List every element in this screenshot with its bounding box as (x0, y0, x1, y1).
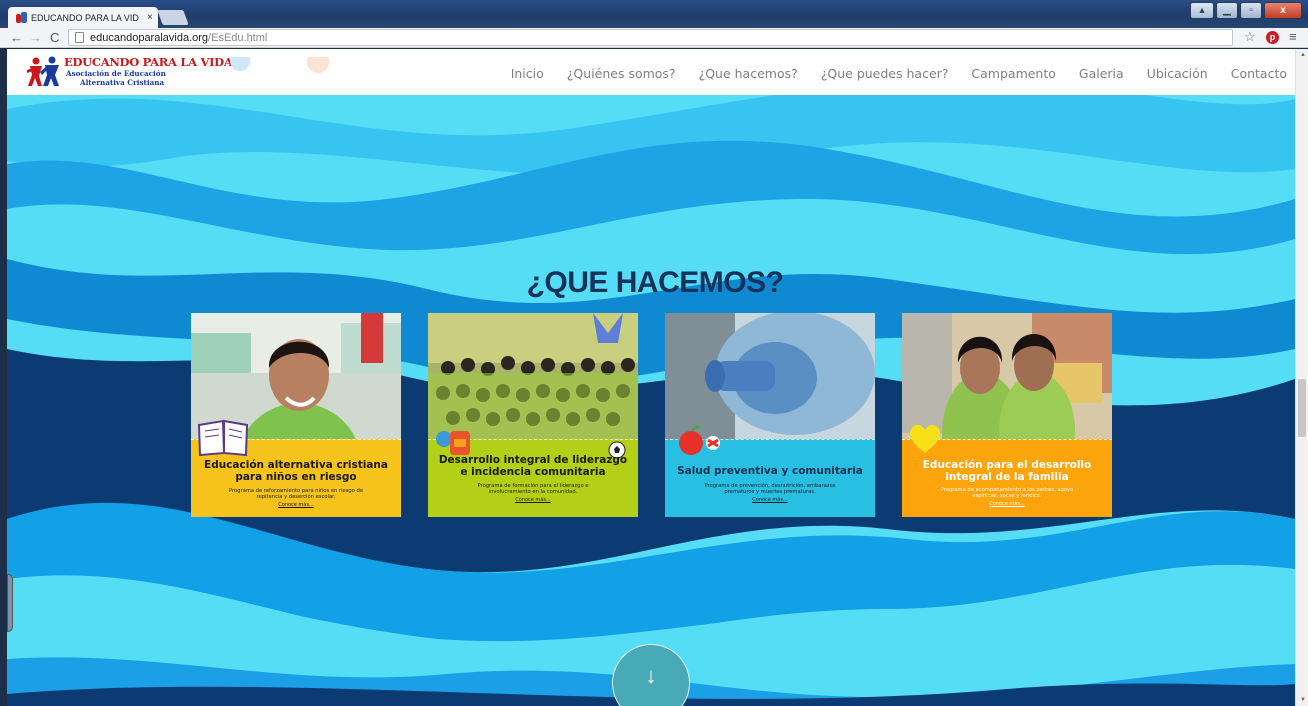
decorative-shape (307, 57, 329, 73)
program-card[interactable]: Desarrollo integral de liderazgo e incide… (428, 313, 638, 517)
nav-item-ubicacion[interactable]: Ubicación (1147, 66, 1208, 81)
main-menu: Inicio ¿Quiénes somos? ¿Que hacemos? ¿Qu… (488, 66, 1287, 81)
nav-item-contacto[interactable]: Contacto (1231, 66, 1287, 81)
nav-item-campamento[interactable]: Campamento (971, 66, 1056, 81)
site-header: EDUCANDO PARA LA VIDA Asociación de Educ… (7, 49, 1295, 95)
card-description: Programa de acompañamiento a los padres,… (940, 487, 1074, 500)
page-icon (75, 32, 84, 43)
address-bar[interactable]: educandoparalavida.org/EsEdu.html (68, 29, 1233, 46)
minimize-button[interactable]: ▁ (1216, 2, 1238, 19)
program-card[interactable]: Educación alternativa cristiana para niño… (191, 313, 401, 517)
browser-tab[interactable]: EDUCANDO PARA LA VID × (8, 7, 158, 28)
nav-item-quienes-somos[interactable]: ¿Quiénes somos? (567, 66, 676, 81)
card-more-link[interactable]: Conoce más... (191, 502, 401, 508)
reload-icon[interactable]: C (50, 30, 59, 46)
nav-item-inicio[interactable]: Inicio (511, 66, 544, 81)
pinterest-icon[interactable]: p (1266, 31, 1279, 44)
nav-item-galeria[interactable]: Galeria (1079, 66, 1124, 81)
heart-icon (910, 425, 940, 453)
window-controls: ▴ ▁ ▫ x (1190, 2, 1302, 19)
page-scrollbar[interactable]: ▲ ▼ (1295, 49, 1308, 706)
star-icon[interactable]: ☆ (1244, 29, 1256, 45)
favicon-icon (16, 12, 27, 23)
url-path: /EsEdu.html (208, 31, 268, 44)
program-card[interactable]: Educación para el desarrollo integral de … (902, 313, 1112, 517)
page-viewport: EDUCANDO PARA LA VIDA Asociación de Educ… (7, 49, 1295, 706)
scroll-up-icon[interactable]: ▲ (1300, 52, 1306, 58)
card-description: Programa de prevención, desnutrición, em… (704, 483, 836, 496)
scrollbar-thumb[interactable] (1298, 379, 1306, 437)
logo-figures-icon (27, 56, 59, 86)
browser-toolbar: ← → C educandoparalavida.org/EsEdu.html … (0, 28, 1308, 48)
tab-close-icon[interactable]: × (147, 12, 153, 23)
close-window-button[interactable]: x (1264, 2, 1302, 19)
book-icon (197, 419, 249, 457)
card-title: Desarrollo integral de liderazgo e incide… (438, 454, 628, 478)
side-panel-handle[interactable] (7, 574, 13, 632)
site-logo[interactable]: EDUCANDO PARA LA VIDA Asociación de Educ… (27, 54, 233, 90)
card-description: Programa de formación para el liderazgo … (477, 483, 589, 496)
maximize-button[interactable]: ▫ (1240, 2, 1262, 19)
card-title: Educación para el desarrollo integral de … (922, 459, 1092, 483)
nav-item-que-hacemos[interactable]: ¿Que hacemos? (699, 66, 798, 81)
logo-subtitle: Alternativa Cristiana (80, 78, 165, 87)
decorative-shape (230, 57, 250, 71)
logo-title: EDUCANDO PARA LA VIDA (64, 55, 233, 69)
card-title: Educación alternativa cristiana para niño… (204, 459, 388, 483)
scroll-down-icon[interactable]: ▼ (1300, 697, 1306, 703)
back-icon[interactable]: ← (10, 30, 23, 46)
logo-subtitle: Asociación de Educación (66, 69, 166, 78)
card-more-link[interactable]: Conoce más... (902, 501, 1112, 507)
window-left-edge (0, 49, 7, 706)
browser-window: EDUCANDO PARA LA VID × ▴ ▁ ▫ x ← → C edu… (0, 0, 1308, 706)
forward-icon[interactable]: → (29, 30, 42, 46)
program-card[interactable]: Salud preventiva y comunitaria Programa … (665, 313, 875, 517)
url-host: educandoparalavida.org (90, 31, 209, 44)
card-title: Salud preventiva y comunitaria (677, 465, 863, 477)
section-title: ¿QUE HACEMOS? (526, 266, 784, 299)
tab-strip: EDUCANDO PARA LA VID × ▴ ▁ ▫ x (0, 0, 1308, 28)
card-more-link[interactable]: Conoce más... (665, 497, 875, 503)
card-more-link[interactable]: Conoce más... (428, 497, 638, 503)
user-icon[interactable]: ▴ (1190, 2, 1214, 19)
nav-item-que-puedes-hacer[interactable]: ¿Que puedes hacer? (821, 66, 949, 81)
card-description: Programa de reforzamiento para niños en … (228, 488, 364, 501)
new-tab-button[interactable] (157, 10, 189, 25)
apple-icon (679, 425, 720, 455)
tab-title: EDUCANDO PARA LA VID (31, 12, 139, 23)
menu-icon[interactable]: ≡ (1289, 29, 1297, 44)
